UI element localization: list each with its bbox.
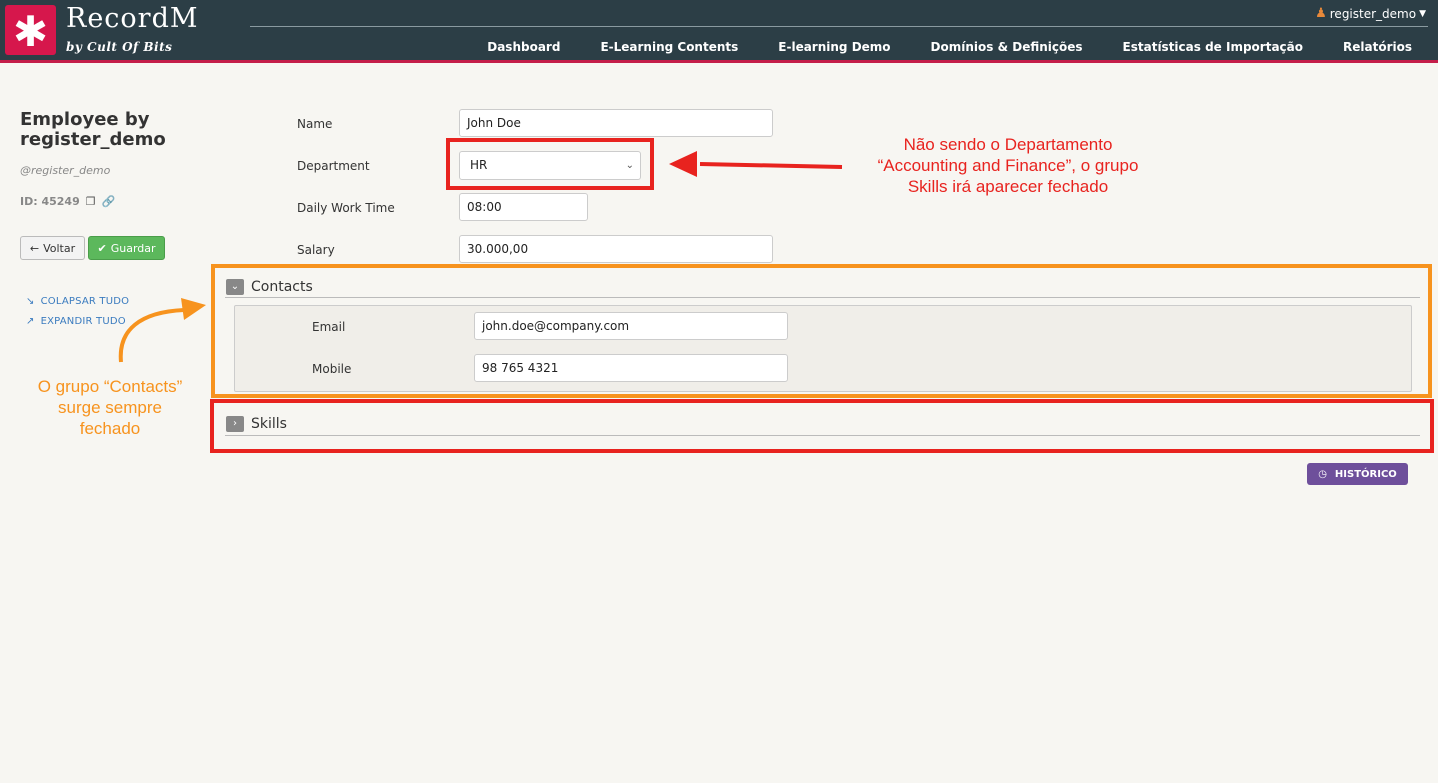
red-arrow-line: [699, 162, 843, 169]
department-annotation-note: Não sendo o Departamento “Accounting and…: [848, 134, 1168, 197]
orange-arrow-line: [118, 308, 185, 363]
orange-note-line-2: surge sempre: [58, 398, 162, 417]
red-note-line-1: Não sendo o Departamento: [903, 135, 1113, 154]
orange-arrow-head: [181, 298, 206, 320]
red-arrow-head: [669, 151, 697, 177]
red-note-line-2: “Accounting and Finance”, o grupo: [877, 156, 1139, 175]
contacts-annotation-note: O grupo “Contacts” surge sempre fechado: [20, 376, 200, 439]
annotation-arrows: [118, 151, 843, 363]
orange-note-line-1: O grupo “Contacts”: [37, 377, 183, 396]
red-note-line-3: Skills irá aparecer fechado: [907, 177, 1109, 196]
orange-note-line-3: fechado: [79, 419, 141, 438]
